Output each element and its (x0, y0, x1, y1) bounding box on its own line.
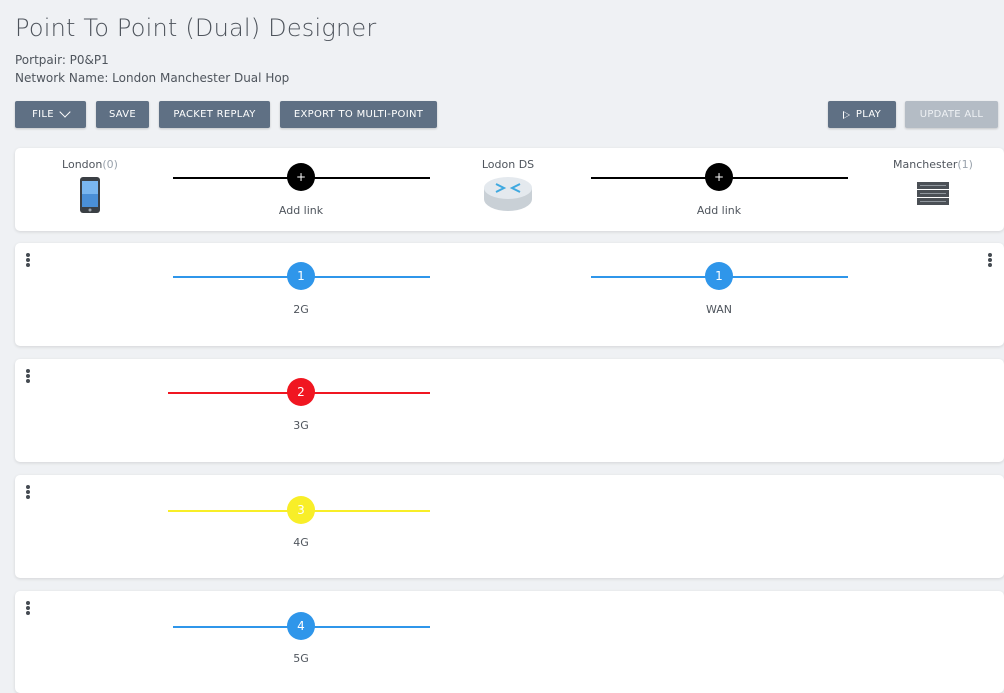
export-to-multi-point-button[interactable]: EXPORT TO MULTI-POINT (280, 101, 437, 128)
packet-replay-button[interactable]: PACKET REPLAY (159, 101, 270, 128)
update-all-label: UPDATE ALL (919, 109, 984, 120)
file-menu-button[interactable]: FILE (15, 101, 86, 128)
update-all-button[interactable]: UPDATE ALL (905, 101, 998, 128)
node-manchester[interactable]: Manchester(1) (883, 158, 983, 207)
router-icon (484, 177, 532, 211)
page-title: Point To Point (Dual) Designer (15, 14, 377, 42)
kebab-menu-icon[interactable] (25, 485, 31, 501)
topology-card: London(0) + Add link Lodon DS + Add link… (15, 148, 1004, 231)
link-number-badge[interactable]: 1 (705, 262, 733, 290)
kebab-menu-icon[interactable] (25, 369, 31, 385)
plus-icon: + (713, 170, 725, 184)
packet-replay-label: PACKET REPLAY (173, 109, 256, 120)
phone-icon (80, 177, 100, 213)
node-london[interactable]: London(0) (60, 158, 120, 214)
node-count-london: (0) (102, 158, 118, 171)
link-row-card: 4 5G (15, 591, 1004, 693)
file-button-label: FILE (32, 109, 54, 120)
save-button[interactable]: SAVE (96, 101, 149, 128)
link-row-card: 3 4G (15, 475, 1004, 578)
link-number-badge[interactable]: 2 (287, 378, 315, 406)
add-link-right-button[interactable]: + (705, 163, 733, 191)
plus-icon: + (295, 170, 307, 184)
add-link-left-label: Add link (278, 204, 324, 217)
kebab-menu-icon[interactable] (987, 253, 993, 269)
server-icon (917, 182, 949, 205)
kebab-menu-icon[interactable] (25, 601, 31, 617)
play-icon (842, 110, 850, 119)
node-name-london: London (62, 158, 103, 171)
node-count-manchester: (1) (957, 158, 973, 171)
node-name-lodon-ds: Lodon DS (481, 158, 535, 171)
export-label: EXPORT TO MULTI-POINT (293, 109, 424, 120)
chevron-down-icon (59, 106, 71, 118)
link-number-badge[interactable]: 1 (287, 262, 315, 290)
kebab-menu-icon[interactable] (25, 253, 31, 269)
link-number-badge[interactable]: 3 (287, 496, 315, 524)
link-row-card: 1 2G 1 WAN (15, 243, 1004, 346)
play-button[interactable]: PLAY (828, 101, 896, 128)
link-row-card: 2 3G (15, 359, 1004, 462)
add-link-left-button[interactable]: + (287, 163, 315, 191)
portpair-text: Portpair: P0&P1 (15, 53, 109, 67)
link-label: 2G (293, 303, 309, 316)
link-label: 4G (293, 536, 309, 549)
network-name-text: Network Name: London Manchester Dual Hop (15, 71, 290, 85)
link-label: 5G (293, 652, 309, 665)
save-button-label: SAVE (108, 109, 137, 120)
link-label: 3G (293, 419, 309, 432)
add-link-right-label: Add link (696, 204, 742, 217)
link-label: WAN (705, 303, 733, 316)
node-name-manchester: Manchester (893, 158, 958, 171)
link-number-badge[interactable]: 4 (287, 612, 315, 640)
play-label: PLAY (855, 109, 882, 120)
node-lodon-ds[interactable]: Lodon DS (473, 158, 543, 212)
